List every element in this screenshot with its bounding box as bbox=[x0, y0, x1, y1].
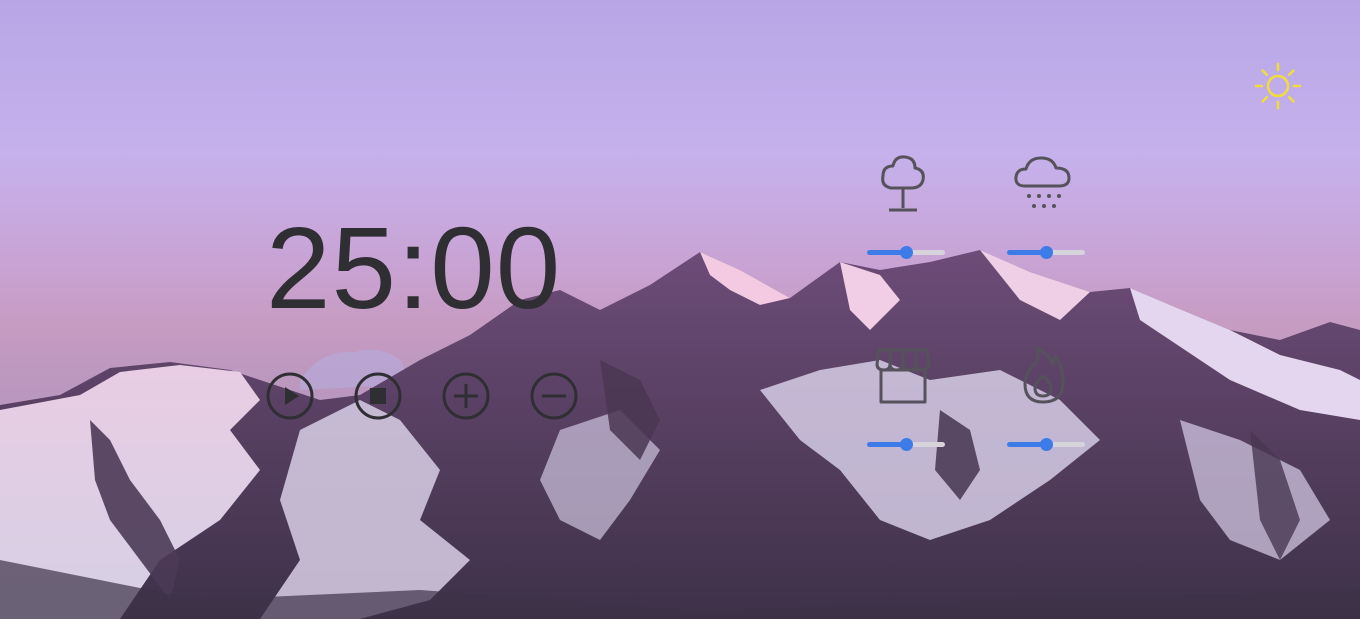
slider-thumb[interactable] bbox=[1040, 438, 1053, 451]
stop-button[interactable] bbox=[354, 372, 402, 420]
timer-display: 25:00 bbox=[266, 203, 562, 333]
rain-volume-slider[interactable] bbox=[1007, 246, 1085, 260]
slider-thumb[interactable] bbox=[1040, 246, 1053, 259]
fire-icon bbox=[1023, 346, 1065, 404]
mountain-background bbox=[0, 250, 1360, 619]
sound-cafe bbox=[867, 344, 947, 454]
storefront-icon bbox=[875, 348, 931, 404]
slider-thumb[interactable] bbox=[900, 438, 913, 451]
plus-icon bbox=[442, 372, 490, 420]
forest-volume-slider[interactable] bbox=[867, 246, 945, 260]
stop-icon bbox=[354, 372, 402, 420]
play-icon bbox=[266, 372, 314, 420]
app-screen: 25:00 bbox=[0, 0, 1360, 619]
play-button[interactable] bbox=[266, 372, 314, 420]
slider-thumb[interactable] bbox=[900, 246, 913, 259]
timer-controls bbox=[266, 372, 578, 420]
decrease-button[interactable] bbox=[530, 372, 578, 420]
sound-fireplace bbox=[1007, 344, 1087, 454]
rain-cloud-icon bbox=[1014, 156, 1071, 208]
minus-icon bbox=[530, 372, 578, 420]
tree-icon bbox=[881, 155, 925, 212]
cafe-volume-slider[interactable] bbox=[867, 438, 945, 452]
increase-button[interactable] bbox=[442, 372, 490, 420]
fireplace-volume-slider[interactable] bbox=[1007, 438, 1085, 452]
theme-toggle-button[interactable] bbox=[1252, 60, 1304, 112]
sun-icon bbox=[1254, 62, 1302, 110]
sound-forest bbox=[867, 152, 947, 262]
sound-rain bbox=[1007, 152, 1087, 262]
